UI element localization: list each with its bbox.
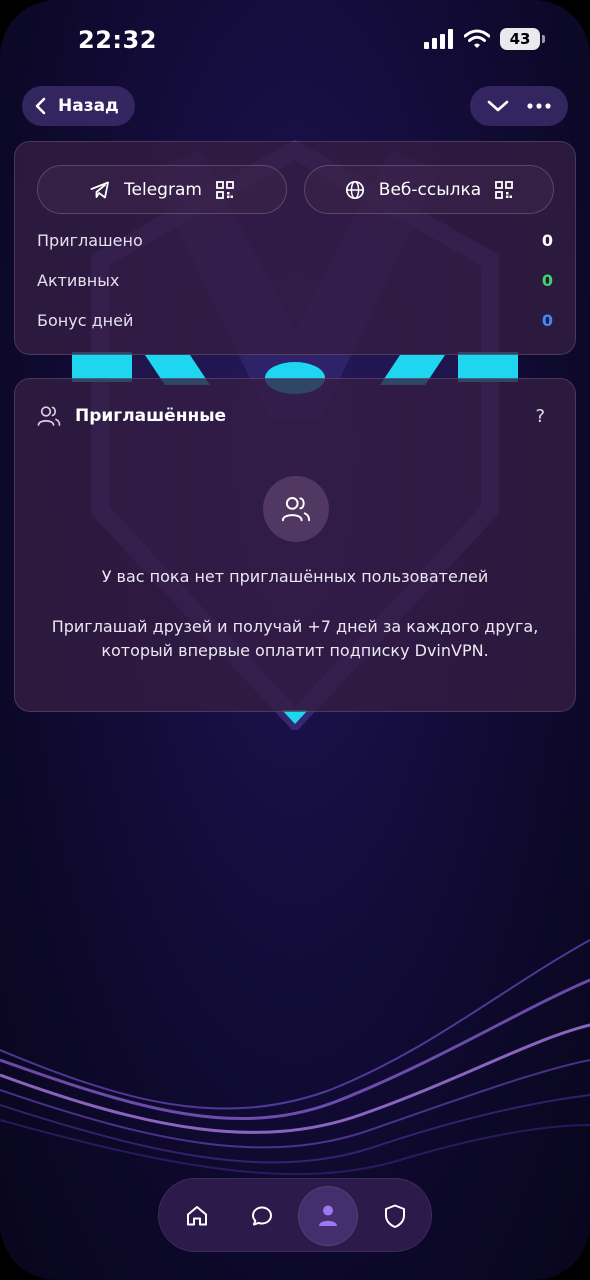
globe-icon — [345, 180, 364, 199]
users-icon — [281, 496, 311, 522]
more-icon[interactable] — [527, 103, 551, 109]
stat-value: 0 — [541, 271, 553, 290]
users-icon — [37, 406, 61, 426]
empty-state-badge — [263, 476, 329, 542]
home-icon — [187, 1206, 207, 1226]
chevron-down-icon[interactable] — [487, 99, 509, 113]
stat-label: Бонус дней — [37, 311, 134, 330]
status-time: 22:32 — [78, 26, 157, 54]
app-screen: 22:32 43 Назад Telegram Веб-ссылка Пригл… — [0, 0, 590, 1280]
status-bar: 22:32 43 — [0, 0, 590, 80]
empty-state-description: Приглашай друзей и получай +7 дней за ка… — [51, 617, 539, 660]
nav-shield[interactable] — [365, 1186, 425, 1246]
telegram-icon — [90, 181, 109, 198]
chevron-left-icon — [35, 97, 46, 115]
web-link-button[interactable]: Веб-ссылка — [304, 165, 554, 214]
qr-code-icon — [495, 180, 514, 199]
stat-label: Активных — [37, 271, 120, 290]
stat-label: Приглашено — [37, 231, 143, 250]
background-waves — [0, 939, 590, 1176]
profile-icon — [319, 1205, 337, 1226]
qr-code-icon — [216, 180, 234, 199]
stat-value: 0 — [541, 311, 553, 330]
empty-state-title: У вас пока нет приглашённых пользователе… — [101, 567, 489, 586]
stat-bonus-days: Бонус дней 0 — [37, 311, 553, 330]
bottom-nav — [158, 1178, 432, 1252]
nav-chat[interactable] — [232, 1186, 292, 1246]
telegram-link-label: Telegram — [124, 179, 202, 200]
invited-users-card: Приглашённые ? У вас пока нет приглашённ… — [14, 378, 576, 712]
back-label: Назад — [58, 96, 119, 116]
telegram-link-button[interactable]: Telegram — [37, 165, 287, 214]
shield-icon — [385, 1204, 405, 1228]
web-link-label: Веб-ссылка — [378, 179, 482, 200]
signal-icon — [424, 29, 453, 49]
chat-icon — [252, 1206, 272, 1226]
mini-app-controls — [470, 86, 568, 126]
nav-profile[interactable] — [298, 1186, 358, 1246]
battery-indicator: 43 — [500, 28, 545, 50]
back-button[interactable]: Назад — [22, 86, 135, 126]
stat-invited: Приглашено 0 — [37, 231, 553, 250]
help-button[interactable]: ? — [535, 406, 545, 427]
invited-title: Приглашённые — [75, 406, 227, 426]
referral-links-card: Telegram Веб-ссылка Приглашено 0 Активны… — [14, 141, 576, 355]
status-icons: 43 — [424, 28, 545, 50]
stat-value: 0 — [541, 231, 553, 250]
invited-header: Приглашённые — [37, 405, 226, 427]
stat-active: Активных 0 — [37, 271, 553, 290]
nav-home[interactable] — [167, 1186, 227, 1246]
wifi-icon — [464, 29, 490, 48]
